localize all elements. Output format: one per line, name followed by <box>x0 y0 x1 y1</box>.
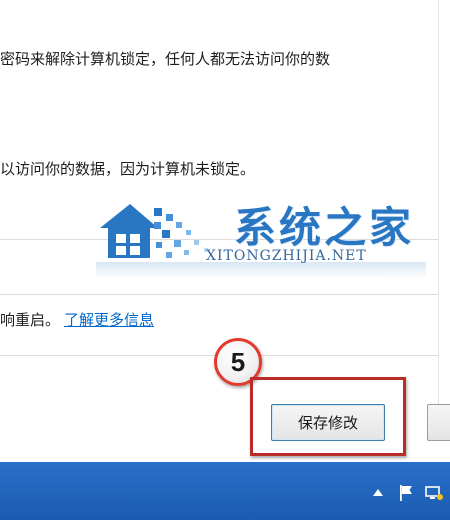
step-number: 5 <box>230 346 246 377</box>
watermark-reflection <box>96 262 426 278</box>
show-hidden-icons-icon[interactable] <box>368 483 388 503</box>
restart-notice-text: 响重启。 <box>0 311 61 329</box>
watermark: 系统之家 XITONGZHIJIA.NET <box>96 192 446 282</box>
highlight-box <box>250 377 406 456</box>
flag-icon <box>400 485 412 501</box>
cancel-button[interactable] <box>427 404 450 441</box>
system-tray <box>368 480 450 506</box>
watermark-title: 系统之家 <box>234 203 415 252</box>
divider <box>0 294 438 295</box>
monitor-icon <box>425 486 443 500</box>
taskbar <box>0 462 450 520</box>
action-center-flag-icon[interactable] <box>396 483 416 503</box>
house-logo-icon <box>100 204 208 258</box>
network-icon[interactable] <box>424 483 444 503</box>
description-text-1: 密码来解除计算机锁定，任何人都无法访问你的数 <box>0 50 331 68</box>
security-settings-window: 密码来解除计算机锁定，任何人都无法访问你的数 以访问你的数据，因为计算机未锁定。… <box>0 0 450 520</box>
chevron-up-icon <box>373 489 383 496</box>
description-text-2: 以访问你的数据，因为计算机未锁定。 <box>0 160 256 178</box>
restart-notice: 响重启。 了解更多信息 <box>0 310 154 330</box>
learn-more-link[interactable]: 了解更多信息 <box>64 310 154 330</box>
